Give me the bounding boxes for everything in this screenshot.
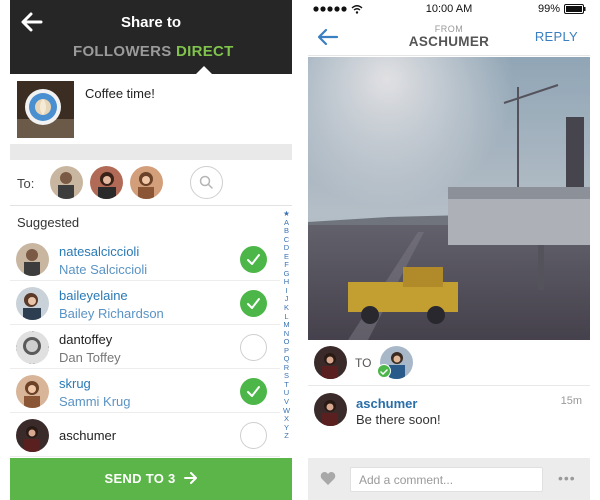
username: dantoffey	[59, 332, 113, 347]
recipient-avatar[interactable]	[50, 166, 83, 199]
alphabet-index-letter[interactable]: Z	[281, 432, 292, 441]
arrow-right-icon	[183, 472, 197, 484]
tab-followers[interactable]: FOLLOWERS	[73, 43, 172, 60]
alphabet-index[interactable]: ★ A B C D E F G H I J K L M N O P Q R S T U V W X Y Z	[281, 209, 292, 441]
comment-timestamp: 15m	[560, 395, 582, 407]
share-header: Share to FOLLOWERS DIRECT	[10, 0, 292, 74]
avatar	[16, 375, 49, 408]
to-label: TO	[355, 356, 372, 370]
list-item[interactable]: natesalciccioli Nate Salciccioli	[10, 237, 280, 281]
list-item[interactable]: dantoffey Dan Toffey	[10, 325, 280, 369]
battery-icon	[564, 4, 586, 14]
checkmark-icon	[247, 386, 260, 397]
select-checkbox[interactable]	[240, 422, 267, 449]
search-icon	[199, 175, 213, 189]
search-button[interactable]	[190, 166, 223, 199]
recipient-avatar[interactable]	[90, 166, 123, 199]
message-header: FROM ASCHUMER REPLY	[308, 18, 590, 56]
send-button[interactable]: SEND TO 3	[10, 458, 292, 500]
seen-check-icon	[377, 364, 391, 378]
suggested-heading: Suggested	[17, 215, 80, 230]
heart-icon[interactable]	[320, 471, 336, 486]
username: skrug	[59, 376, 91, 391]
full-name: Sammi Krug	[59, 394, 131, 409]
username: baileyelaine	[59, 288, 128, 303]
recipient-avatar[interactable]	[130, 166, 163, 199]
recipients-row: To:	[10, 160, 292, 206]
sender-avatar[interactable]	[314, 346, 347, 379]
avatar	[16, 243, 49, 276]
checkmark-icon	[247, 298, 260, 309]
full-name: Nate Salciccioli	[59, 262, 148, 277]
avatar	[16, 419, 49, 452]
caption-row: Coffee time!	[10, 74, 292, 144]
comment-input[interactable]: Add a comment...	[350, 467, 543, 492]
username: aschumer	[59, 428, 117, 443]
send-label: SEND TO 3	[104, 471, 176, 486]
select-checkbox[interactable]	[240, 334, 267, 361]
full-name: Dan Toffey	[59, 350, 121, 365]
battery-percent: 99%	[537, 3, 560, 15]
comment: aschumer Be there soon! 15m	[308, 387, 590, 435]
status-bar: 10:00 AM 99%	[308, 0, 590, 18]
direct-message-screen: 10:00 AM 99% FROM ASCHUMER REPLY TO asch…	[308, 0, 590, 500]
tab-direct[interactable]: DIRECT	[176, 43, 234, 60]
active-tab-indicator	[196, 66, 212, 74]
to-label: To:	[17, 176, 35, 191]
post-thumbnail	[17, 81, 74, 138]
share-screen: Share to FOLLOWERS DIRECT Coffee time! T…	[10, 0, 292, 500]
avatar	[16, 331, 49, 364]
recipients-info: TO	[308, 340, 590, 386]
select-checkbox[interactable]	[240, 378, 267, 405]
list-item[interactable]: baileyelaine Bailey Richardson	[10, 281, 280, 325]
comment-text: Be there soon!	[356, 412, 441, 427]
select-checkbox[interactable]	[240, 290, 267, 317]
comment-username[interactable]: aschumer	[356, 396, 417, 411]
commenter-avatar[interactable]	[314, 393, 347, 426]
reply-button[interactable]: REPLY	[535, 29, 578, 44]
list-item[interactable]: skrug Sammi Krug	[10, 369, 280, 413]
avatar	[16, 287, 49, 320]
list-item[interactable]: aschumer	[10, 413, 280, 457]
shared-photo	[308, 57, 590, 340]
username: natesalciccioli	[59, 244, 140, 259]
select-checkbox[interactable]	[240, 246, 267, 273]
divider	[10, 144, 292, 160]
checkmark-icon	[247, 254, 260, 265]
post-caption: Coffee time!	[85, 86, 155, 101]
share-title: Share to	[120, 14, 181, 31]
more-options-icon[interactable]: •••	[558, 470, 576, 486]
comment-bar: Add a comment... •••	[308, 458, 590, 500]
full-name: Bailey Richardson	[59, 306, 164, 321]
